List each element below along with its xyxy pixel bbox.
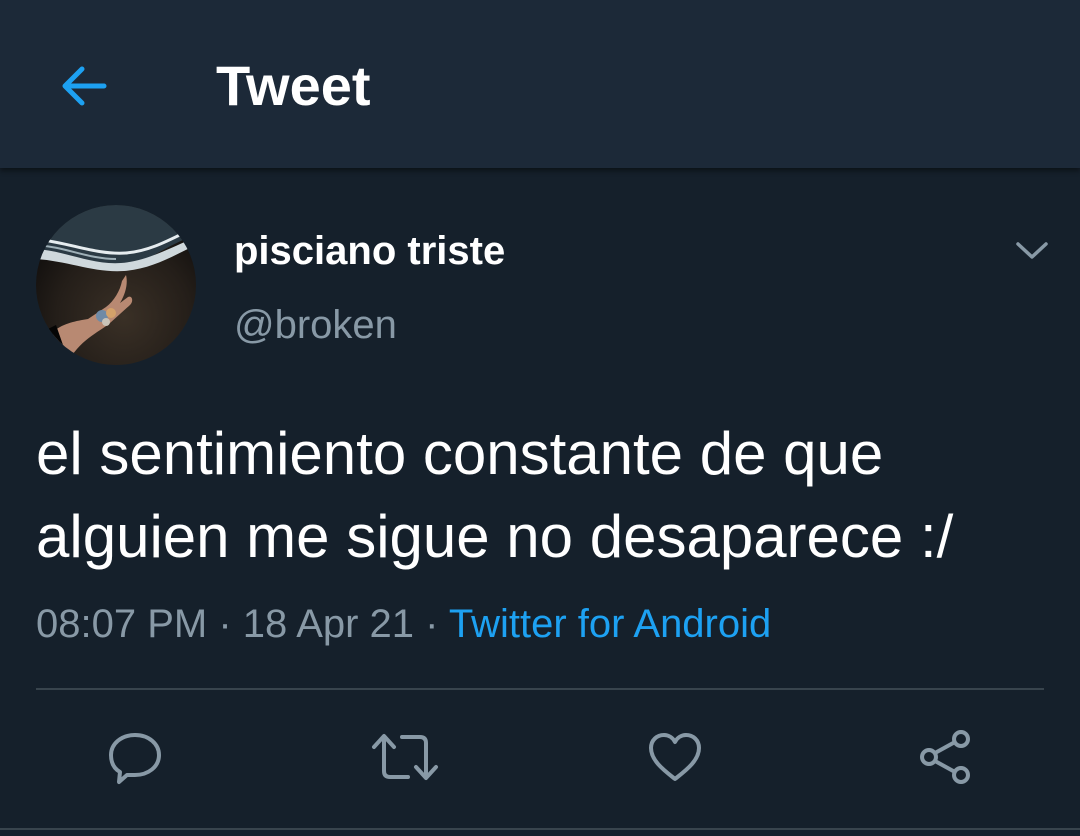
divider (36, 688, 1044, 690)
tweet-date: 18 Apr 21 (242, 602, 415, 646)
tweet-menu-button[interactable] (1008, 228, 1056, 272)
share-icon (920, 730, 970, 784)
tweet-time: 08:07 PM (36, 602, 208, 646)
top-app-bar: Tweet (0, 0, 1080, 168)
share-button[interactable] (910, 722, 980, 792)
meta-separator: · (425, 602, 439, 646)
tweet-text-line: alguien me sigue no desaparece :/ (36, 503, 954, 570)
tweet-text-line: el sentimiento constante de que (36, 420, 884, 487)
tweet-meta: 08:07 PM · 18 Apr 21 · Twitter for Andro… (36, 600, 771, 648)
tweet-text: el sentimiento constante de que alguien … (36, 412, 1046, 578)
author-display-name[interactable]: pisciano triste (234, 228, 505, 274)
retweet-icon (372, 734, 438, 780)
like-button[interactable] (640, 722, 710, 792)
reply-button[interactable] (100, 722, 170, 792)
speech-bubble-icon (109, 733, 161, 784)
author-handle[interactable]: @broken (234, 302, 397, 348)
tweet-source-link[interactable]: Twitter for Android (449, 602, 771, 646)
heart-icon (649, 733, 701, 781)
chevron-down-icon (1016, 242, 1048, 259)
retweet-button[interactable] (370, 722, 440, 792)
avatar-photo (36, 205, 196, 365)
divider (0, 828, 1080, 830)
arrow-left-icon (62, 66, 107, 106)
avatar[interactable] (36, 205, 196, 365)
page-title: Tweet (216, 54, 371, 117)
back-button[interactable] (52, 54, 116, 118)
meta-separator: · (218, 602, 232, 646)
